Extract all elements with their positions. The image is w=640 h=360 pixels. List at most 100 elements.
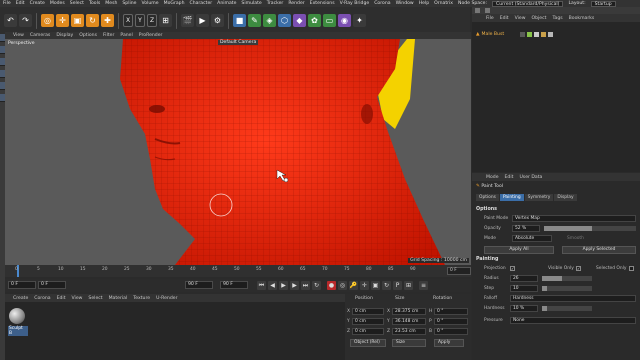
floor-icon[interactable]: ▭: [323, 14, 336, 27]
scale-icon[interactable]: ▣: [71, 14, 84, 27]
light-icon[interactable]: ✦: [353, 14, 366, 27]
visibility-dots-icon[interactable]: [520, 32, 526, 37]
go-to-end-icon[interactable]: ⏭: [301, 281, 310, 290]
paint-mode-select[interactable]: Vertex Map: [512, 215, 636, 222]
mode-select[interactable]: Absolute: [512, 235, 552, 242]
om-menu-view[interactable]: View: [515, 16, 526, 21]
om-menu-edit[interactable]: Edit: [500, 16, 509, 21]
cube-icon[interactable]: ■: [233, 14, 246, 27]
object-name[interactable]: Male Bust: [482, 32, 505, 37]
selected-only-checkbox[interactable]: [629, 266, 634, 271]
min-frame-field[interactable]: 0 F: [38, 281, 66, 289]
recent-tools-icon[interactable]: ✚: [101, 14, 114, 27]
position-y-field[interactable]: 0 cm: [352, 318, 384, 325]
camera-label[interactable]: Default Camera: [218, 40, 259, 45]
pressure-select[interactable]: None: [510, 317, 636, 324]
material-tag-icon[interactable]: [548, 32, 554, 37]
viewport-menu-filter[interactable]: Filter: [103, 33, 114, 38]
menu-tools[interactable]: Tools: [89, 1, 100, 6]
step-slider[interactable]: [542, 286, 592, 291]
radius-slider[interactable]: [542, 276, 592, 281]
material-name[interactable]: Sculpt B: [8, 326, 28, 336]
keyframe-selection-icon[interactable]: 🔑: [349, 281, 358, 290]
max-frame-field[interactable]: 90 F: [185, 281, 213, 289]
falloff-select[interactable]: Hardness: [510, 295, 636, 302]
menu-tracker[interactable]: Tracker: [267, 1, 284, 6]
opacity-field[interactable]: 52 %: [512, 225, 540, 232]
om-menu-object[interactable]: Object: [532, 16, 547, 21]
size-z-field[interactable]: 23.53 cm: [392, 328, 426, 335]
menu-extensions[interactable]: Extensions: [310, 1, 335, 6]
takes-tab-icon[interactable]: [485, 8, 490, 13]
node-space-select[interactable]: Current (Standard/Physical): [492, 0, 564, 7]
subdivision-icon[interactable]: ◈: [263, 14, 276, 27]
timeline-menu-icon[interactable]: ≡: [419, 281, 428, 290]
vertex-map-tag-icon[interactable]: [541, 32, 547, 37]
menu-animate[interactable]: Animate: [217, 1, 236, 6]
redo-icon[interactable]: ↷: [19, 14, 32, 27]
mograph-cloner-icon[interactable]: ✿: [308, 14, 321, 27]
sculpt-mesh-render[interactable]: [5, 39, 471, 265]
menu-mesh[interactable]: Mesh: [105, 1, 117, 6]
size-x-field[interactable]: 28.375 cm: [392, 308, 426, 315]
am-menu-mode[interactable]: Mode: [486, 175, 499, 180]
menu-render[interactable]: Render: [288, 1, 304, 6]
apply-selected-button[interactable]: Apply Selected: [562, 246, 636, 254]
mat-menu-select[interactable]: Select: [88, 296, 102, 301]
pen-icon[interactable]: ✎: [248, 14, 261, 27]
tab-painting[interactable]: Painting: [499, 194, 524, 201]
viewport-menu-view[interactable]: View: [13, 33, 24, 38]
timeline[interactable]: 0 5 10 15 20 25 30 35 40 45 50 55 60 65 …: [5, 265, 471, 277]
menu-ornatrix[interactable]: Ornatrix: [434, 1, 453, 6]
render-view-icon[interactable]: ▶: [196, 14, 209, 27]
autokey-icon[interactable]: ◎: [338, 281, 347, 290]
step-field[interactable]: 10: [510, 285, 538, 292]
viewport-menu-prorender[interactable]: ProRender: [139, 33, 163, 38]
end-frame-field[interactable]: 90 F: [220, 281, 248, 289]
om-menu-tags[interactable]: Tags: [552, 16, 562, 21]
hardness-slider[interactable]: [542, 306, 592, 311]
rotation-key-icon[interactable]: ↻: [382, 281, 391, 290]
position-key-icon[interactable]: ✛: [360, 281, 369, 290]
coordinate-mode-select[interactable]: Object (Rel): [350, 339, 386, 347]
menu-vray-bridge[interactable]: V-Ray Bridge: [340, 1, 370, 6]
x-axis-lock[interactable]: X: [123, 14, 133, 27]
visible-only-checkbox[interactable]: ✓: [576, 266, 581, 271]
rotation-p-field[interactable]: 0 °: [434, 318, 468, 325]
param-key-icon[interactable]: P: [393, 281, 402, 290]
render-settings-icon[interactable]: ⚙: [211, 14, 224, 27]
rotation-b-field[interactable]: 0 °: [434, 328, 468, 335]
coordinate-system-icon[interactable]: ⊞: [159, 14, 172, 27]
rotation-h-field[interactable]: 0 °: [434, 308, 468, 315]
am-menu-edit[interactable]: Edit: [505, 175, 514, 180]
menu-edit[interactable]: Edit: [16, 1, 25, 6]
layout-select[interactable]: Startup: [590, 0, 616, 7]
undo-icon[interactable]: ↶: [4, 14, 17, 27]
mat-menu-urender[interactable]: U-Render: [156, 296, 177, 301]
deformer-icon[interactable]: ◆: [293, 14, 306, 27]
menu-character[interactable]: Character: [189, 1, 212, 6]
enabled-check-icon[interactable]: [527, 32, 533, 37]
menu-help[interactable]: Help: [419, 1, 429, 6]
current-frame-field[interactable]: 0 F: [447, 267, 471, 275]
y-axis-lock[interactable]: Y: [135, 14, 145, 27]
menu-modes[interactable]: Modes: [50, 1, 65, 6]
position-x-field[interactable]: 0 cm: [352, 308, 384, 315]
camera-icon[interactable]: ◉: [338, 14, 351, 27]
phong-tag-icon[interactable]: [534, 32, 540, 37]
viewport-menu-options[interactable]: Options: [79, 33, 97, 38]
material-preview[interactable]: [9, 308, 25, 324]
om-menu-bookmarks[interactable]: Bookmarks: [569, 16, 595, 21]
menu-file[interactable]: File: [3, 1, 11, 6]
loop-icon[interactable]: ↻: [312, 281, 321, 290]
menu-create[interactable]: Create: [30, 1, 45, 6]
menu-mograph[interactable]: MoGraph: [164, 1, 185, 6]
om-menu-file[interactable]: File: [486, 16, 494, 21]
array-icon[interactable]: ⬡: [278, 14, 291, 27]
z-axis-lock[interactable]: Z: [147, 14, 157, 27]
prev-key-icon[interactable]: ◀: [268, 281, 277, 290]
live-selection-icon[interactable]: ◎: [41, 14, 54, 27]
next-key-icon[interactable]: ▶: [290, 281, 299, 290]
pla-key-icon[interactable]: ⊞: [404, 281, 413, 290]
size-y-field[interactable]: 36.148 cm: [392, 318, 426, 325]
